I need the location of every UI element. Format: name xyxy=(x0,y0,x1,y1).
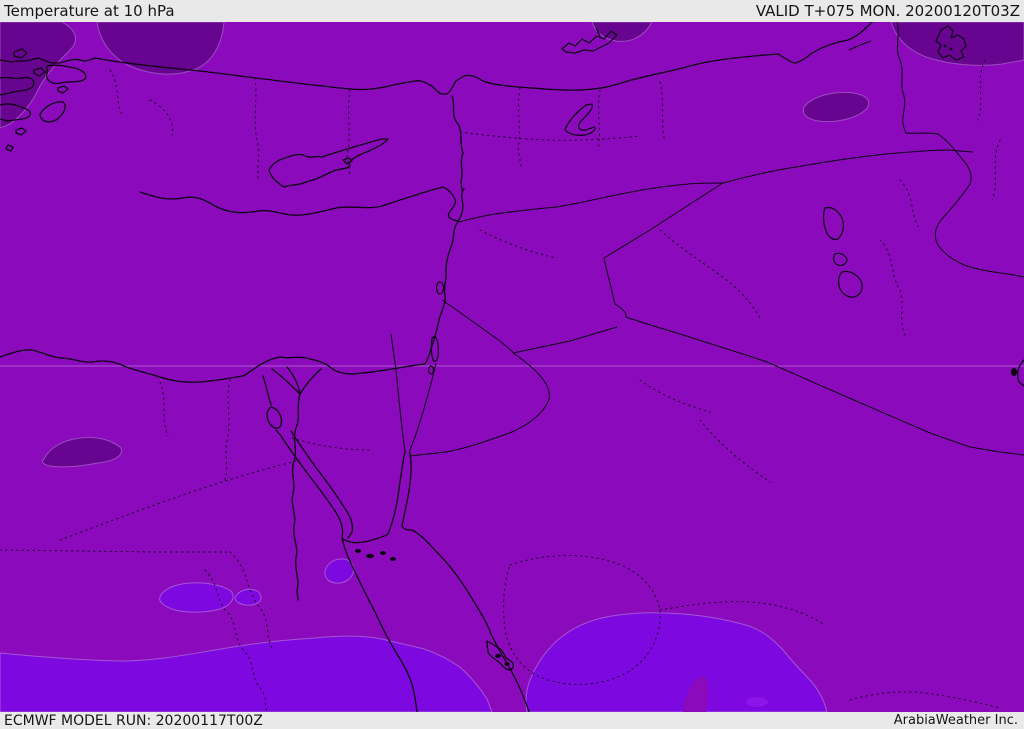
page-title: Temperature at 10 hPa xyxy=(4,2,175,20)
footer-bar: ECMWF MODEL RUN: 20200117T00Z ArabiaWeat… xyxy=(0,712,1024,729)
model-run-label: ECMWF MODEL RUN: 20200117T00Z xyxy=(4,712,263,729)
map-canvas xyxy=(0,22,1024,712)
weather-map-viewport: Temperature at 10 hPa VALID T+075 MON. 2… xyxy=(0,0,1024,729)
branding-label: ArabiaWeather Inc. xyxy=(893,713,1018,728)
temperature-map-svg xyxy=(0,22,1024,712)
map-background xyxy=(0,22,1024,712)
valid-time-label: VALID T+075 MON. 20200120T03Z xyxy=(755,2,1020,20)
header-bar: Temperature at 10 hPa VALID T+075 MON. 2… xyxy=(0,0,1024,22)
